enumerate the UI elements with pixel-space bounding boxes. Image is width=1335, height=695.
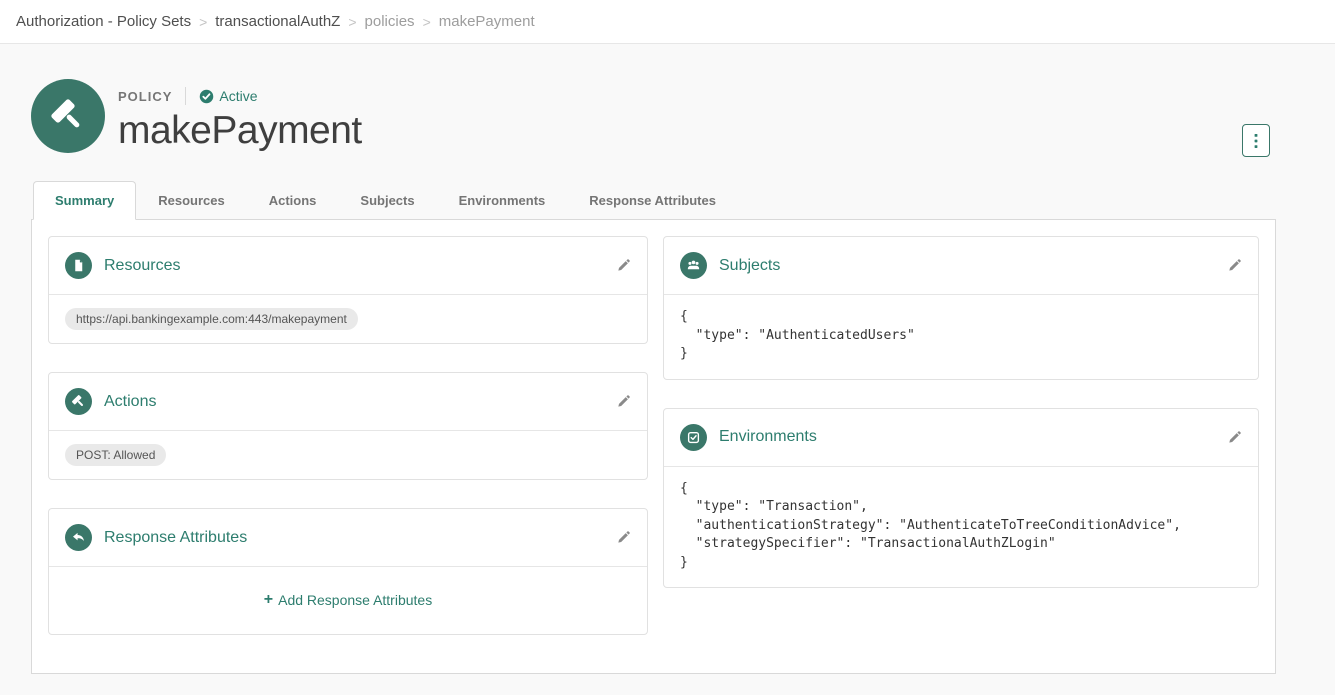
breadcrumb: Authorization - Policy Sets > transactio… [16,13,535,30]
card-title-actions: Actions [104,393,616,411]
users-icon [680,252,707,279]
response-attributes-card: Response Attributes + Add Response Attri… [48,508,648,635]
tab-subjects[interactable]: Subjects [338,181,436,220]
subjects-json: { "type": "AuthenticatedUsers" } [664,295,1258,379]
tab-actions[interactable]: Actions [247,181,339,220]
actions-card-body: POST: Allowed [49,431,647,479]
add-response-attributes-button[interactable]: + Add Response Attributes [264,591,432,609]
tab-bar: Summary Resources Actions Subjects Envir… [31,181,1276,220]
subjects-card-header: Subjects [664,237,1258,295]
edit-subjects-button[interactable] [1227,258,1242,273]
card-title-resources: Resources [104,257,616,275]
environments-card-header: Environments [664,409,1258,467]
breadcrumb-separator: > [199,14,207,30]
edit-response-attributes-button[interactable] [616,530,631,545]
reply-arrow-icon [65,524,92,551]
add-response-attributes-label: Add Response Attributes [278,592,432,608]
breadcrumb-item-current-policy: makePayment [439,13,535,30]
policy-meta: POLICY Active makePayment [118,79,362,153]
summary-panel: Resources https://api.bankingexample.com… [31,220,1276,674]
pencil-icon [1227,430,1242,445]
divider [185,87,186,105]
response-attributes-card-body: + Add Response Attributes [49,567,647,634]
pencil-icon [616,258,631,273]
breadcrumb-item-policies[interactable]: policies [365,13,415,30]
subjects-card: Subjects { "type": "AuthenticatedUsers" … [663,236,1259,380]
breadcrumb-item-policy-sets[interactable]: Authorization - Policy Sets [16,13,191,30]
more-actions-button[interactable] [1242,124,1270,157]
breadcrumb-separator: > [423,14,431,30]
breadcrumb-separator: > [348,14,356,30]
edit-resources-button[interactable] [616,258,631,273]
edit-actions-button[interactable] [616,394,631,409]
breadcrumb-item-policy-set-name[interactable]: transactionalAuthZ [215,13,340,30]
document-icon [65,252,92,279]
resource-tag: https://api.bankingexample.com:443/makep… [65,308,358,330]
tab-summary[interactable]: Summary [33,181,136,220]
tab-environments[interactable]: Environments [437,181,568,220]
card-title-response-attributes: Response Attributes [104,529,616,547]
card-title-subjects: Subjects [719,257,1227,275]
pencil-icon [616,394,631,409]
policy-gavel-icon [31,79,105,153]
resources-card-header: Resources [49,237,647,295]
environments-json: { "type": "Transaction", "authentication… [664,467,1258,588]
environments-card: Environments { "type": "Transaction", "a… [663,408,1259,589]
response-attributes-card-header: Response Attributes [49,509,647,567]
policy-header: POLICY Active makePayment [31,79,1276,153]
pencil-icon [616,530,631,545]
card-title-environments: Environments [719,428,1227,446]
policy-type-label: POLICY [118,89,172,104]
status-badge: Active [199,88,257,104]
status-label: Active [219,88,257,104]
resources-card-body: https://api.bankingexample.com:443/makep… [49,295,647,343]
actions-card: Actions POST: Allowed [48,372,648,480]
check-square-icon [680,424,707,451]
actions-card-header: Actions [49,373,647,431]
check-circle-icon [199,89,214,104]
gavel-icon [65,388,92,415]
kebab-icon [1254,133,1258,149]
plus-icon: + [264,591,273,609]
tab-resources[interactable]: Resources [136,181,246,220]
page-title: makePayment [118,110,362,153]
resources-card: Resources https://api.bankingexample.com… [48,236,648,344]
breadcrumb-bar: Authorization - Policy Sets > transactio… [0,0,1335,44]
pencil-icon [1227,258,1242,273]
edit-environments-button[interactable] [1227,430,1242,445]
tab-response-attributes[interactable]: Response Attributes [567,181,738,220]
action-tag: POST: Allowed [65,444,166,466]
